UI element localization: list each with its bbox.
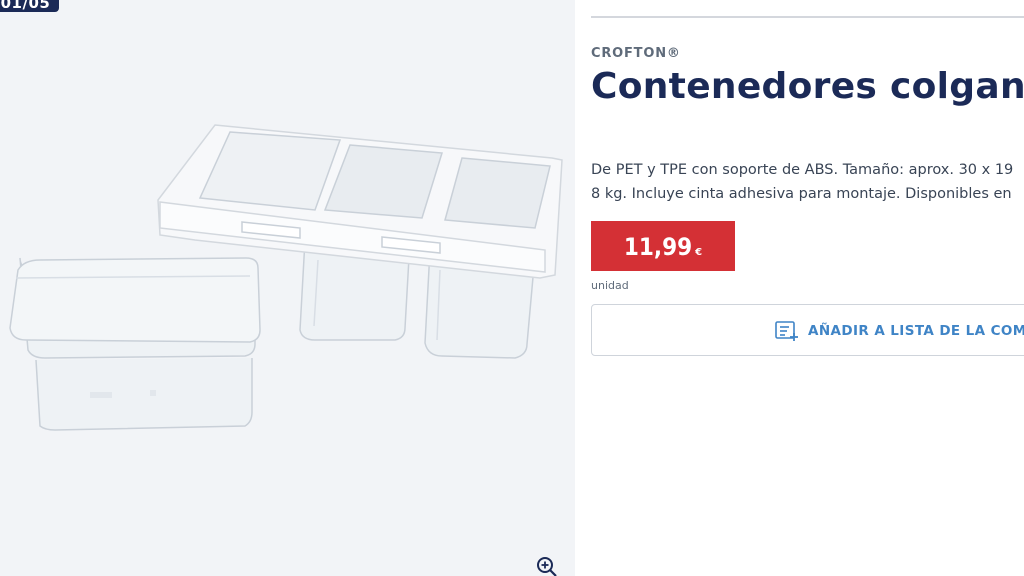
zoom-in-icon[interactable] — [536, 556, 558, 576]
description-line: De PET y TPE con soporte de ABS. Tamaño:… — [591, 162, 1014, 178]
product-image[interactable] — [0, 100, 575, 450]
add-to-shopping-list-label: AÑADIR A LISTA DE LA COMPRA — [808, 323, 1024, 339]
price-badge: 11,99 € — [591, 221, 735, 271]
image-counter-badge: 01/05 — [0, 0, 59, 12]
shopping-list-add-icon — [775, 321, 798, 341]
product-brand: CROFTON® — [591, 46, 681, 61]
price-unit: unidad — [591, 279, 629, 292]
product-description: De PET y TPE con soporte de ABS. Tamaño:… — [591, 158, 1024, 206]
product-gallery: 01/05 — [0, 0, 575, 576]
price-value: 11,99 — [623, 233, 693, 261]
price-currency: € — [695, 247, 703, 258]
divider — [591, 16, 1024, 18]
description-line: 8 kg. Incluye cinta adhesiva para montaj… — [591, 186, 1012, 202]
product-title: Contenedores colgantes — [591, 66, 1024, 107]
product-info-panel: CROFTON® Contenedores colgantes De PET y… — [591, 0, 1024, 576]
add-to-shopping-list-button[interactable]: AÑADIR A LISTA DE LA COMPRA — [591, 304, 1024, 356]
